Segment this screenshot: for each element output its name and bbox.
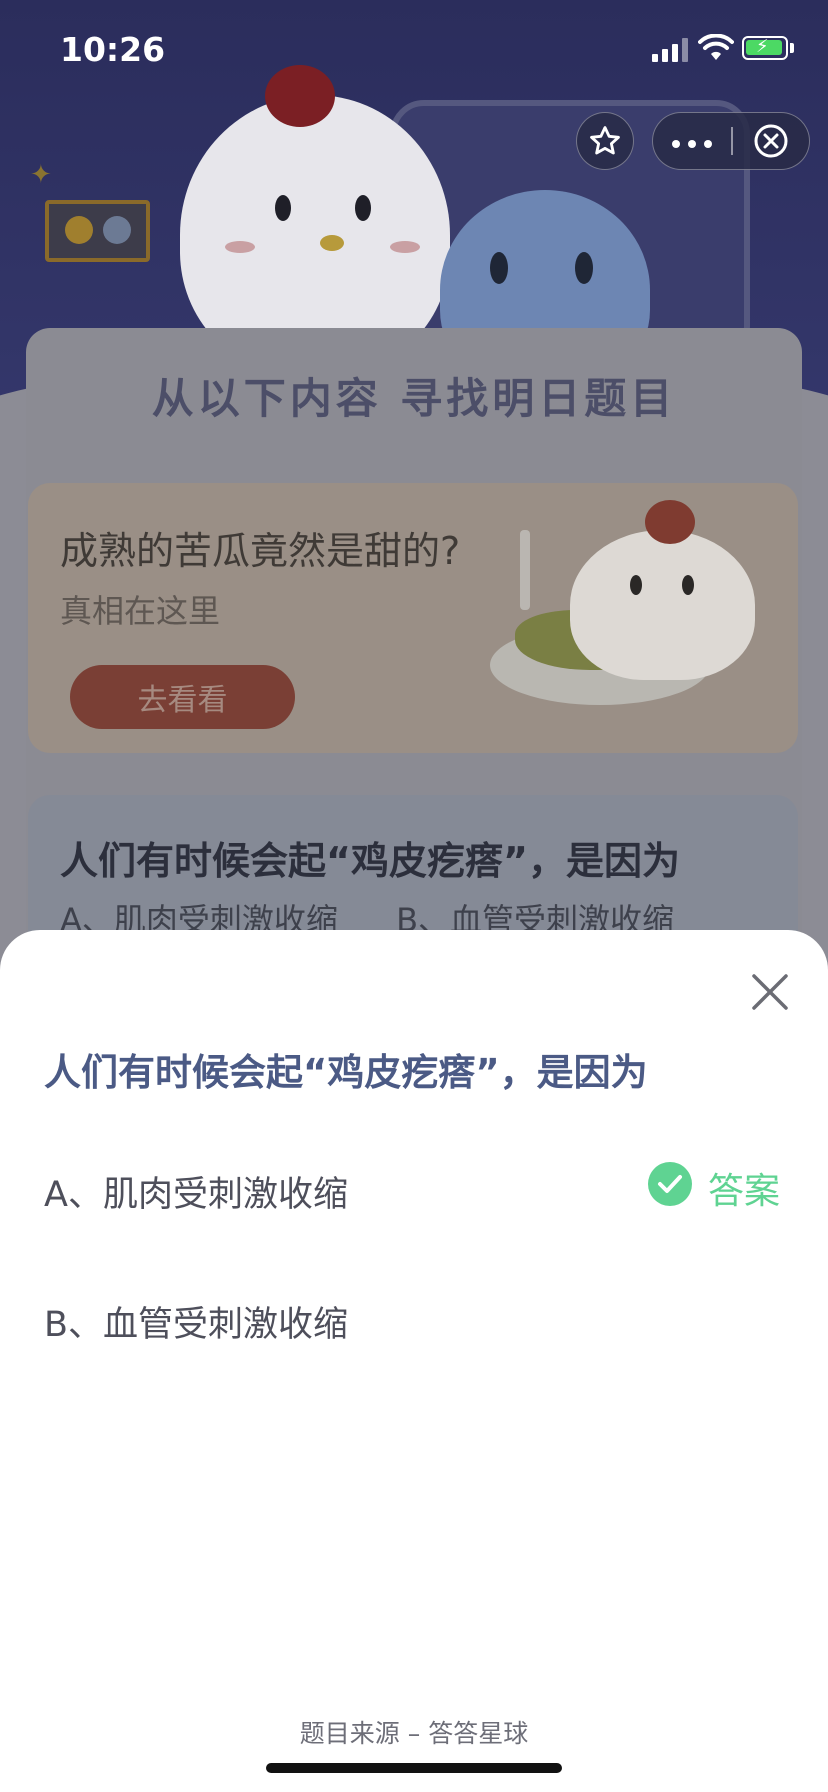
sheet-question: 人们有时候会起“鸡皮疙瘩”，是因为: [44, 1051, 648, 1094]
option-a-label: A、肌肉受刺激收缩: [44, 1175, 348, 1215]
question-source: 题目来源 – 答答星球: [299, 1719, 529, 1748]
option-b[interactable]: B、血管受刺激收缩: [0, 1266, 828, 1366]
close-icon: [752, 974, 788, 1010]
sheet-close-button[interactable]: [748, 970, 792, 1014]
option-a[interactable]: A、肌肉受刺激收缩 答案: [0, 1136, 828, 1236]
option-b-label: B、血管受刺激收缩: [44, 1305, 349, 1345]
check-circle-icon: [648, 1162, 692, 1206]
home-indicator: [266, 1763, 562, 1773]
answer-label: 答案: [708, 1170, 781, 1211]
